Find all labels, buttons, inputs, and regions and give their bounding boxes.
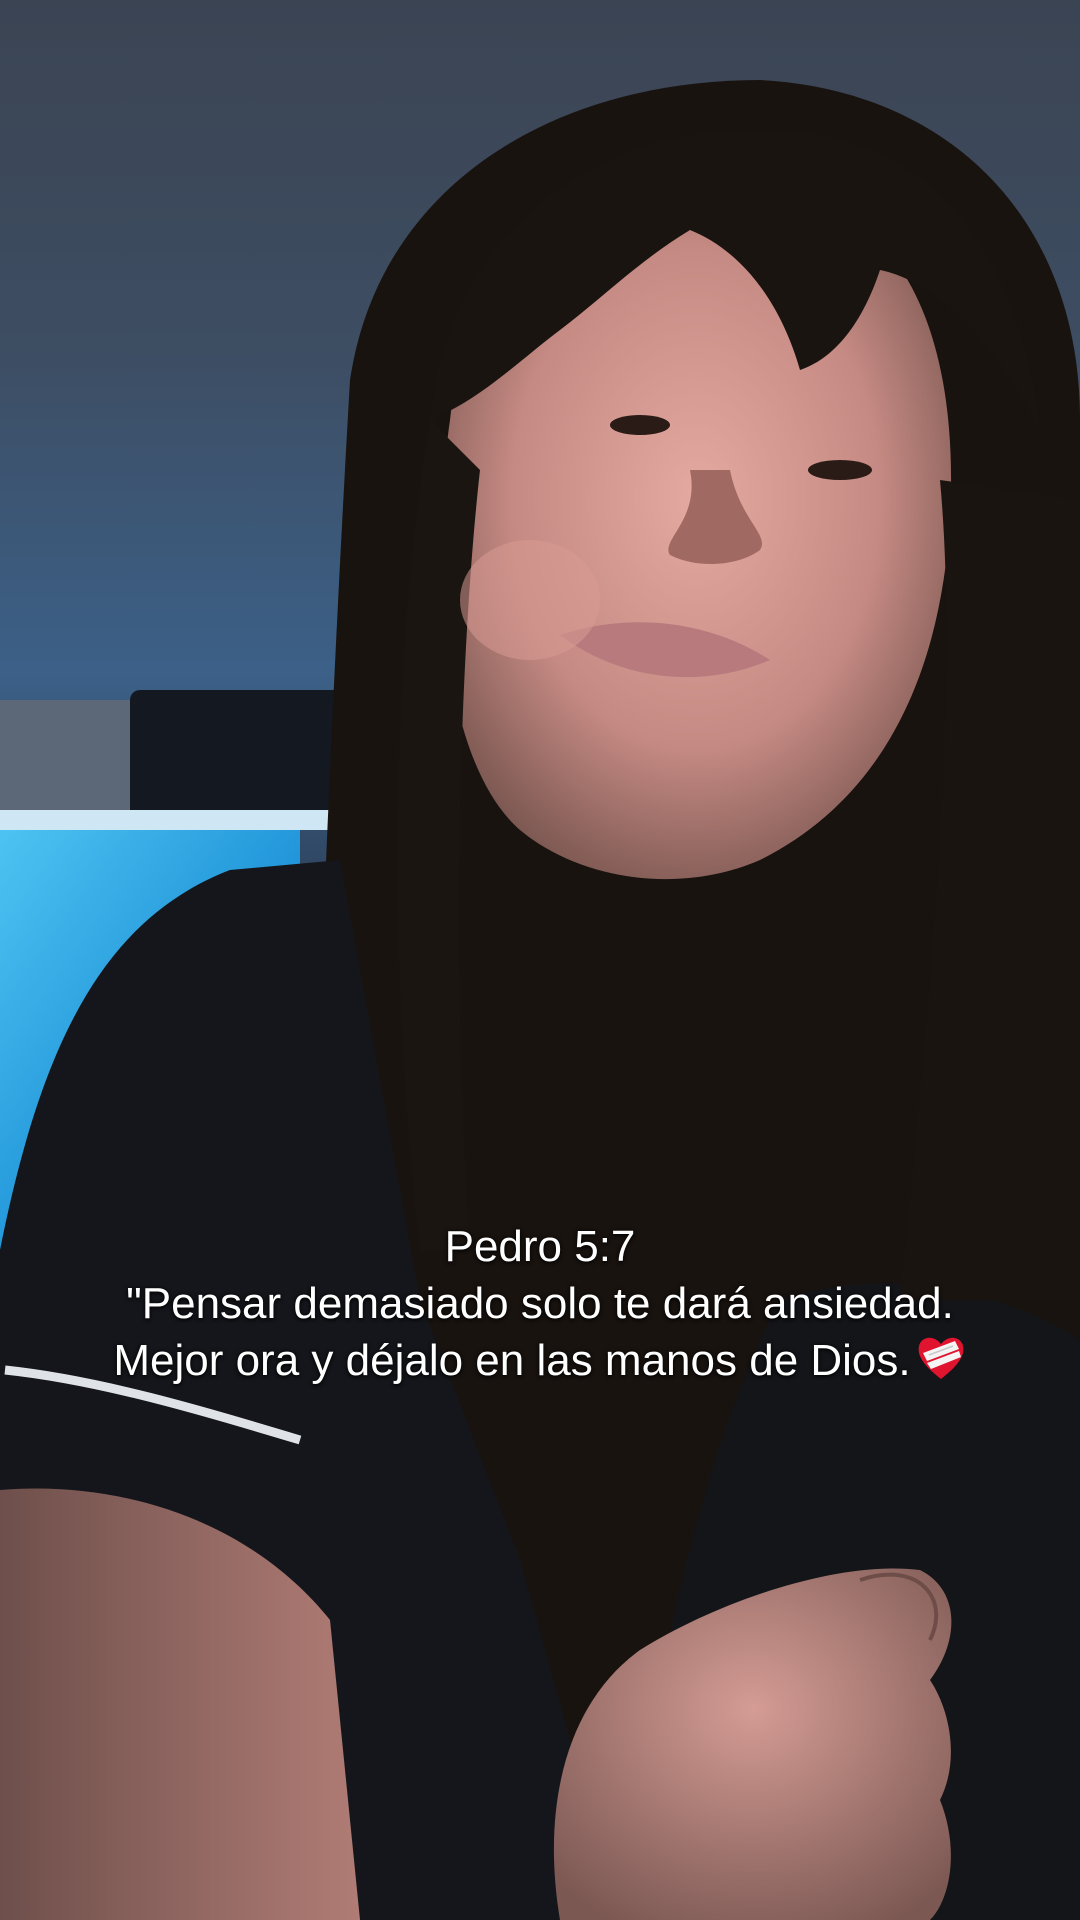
caption-overlay: Pedro 5:7 "Pensar demasiado solo te dará… <box>0 1218 1080 1395</box>
bandaged-heart-icon <box>915 1333 967 1395</box>
caption-line-2-text: Mejor ora y déjalo en las manos de Dios. <box>113 1336 911 1385</box>
verse-reference: Pedro 5:7 <box>444 1222 636 1271</box>
caption-line-2: Mejor ora y déjalo en las manos de Dios. <box>0 1332 1080 1395</box>
caption-line-1: "Pensar demasiado solo te dará ansiedad. <box>126 1279 954 1328</box>
video-frame[interactable]: Pedro 5:7 "Pensar demasiado solo te dará… <box>0 0 1080 1920</box>
scene-background <box>0 0 1080 1920</box>
